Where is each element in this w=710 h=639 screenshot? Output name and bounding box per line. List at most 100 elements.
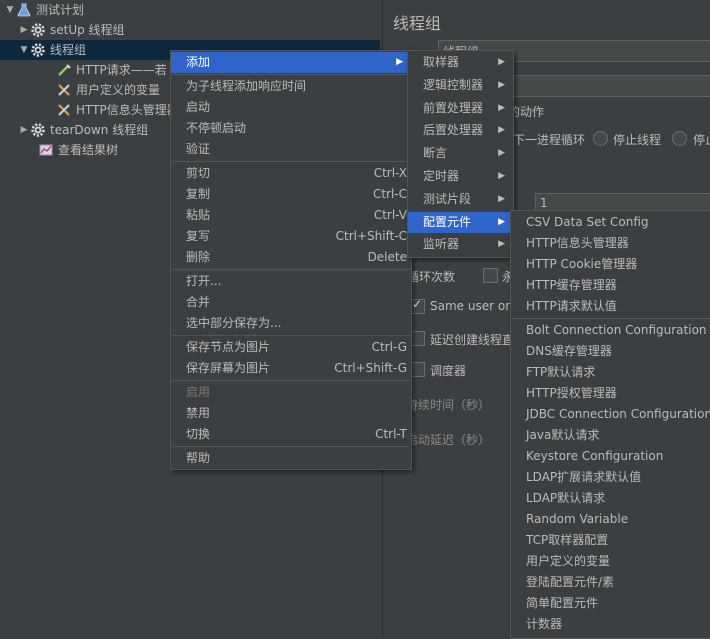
menu-item-shortcut: Delete [367, 250, 407, 264]
config-submenu-item-4[interactable]: HTTP请求默认值 [511, 296, 710, 317]
add-submenu-item-4[interactable]: 断言 ▶ [408, 143, 513, 164]
menu-item-shortcut: Ctrl-T [375, 427, 407, 441]
config-submenu-item-14[interactable]: LDAP默认请求 [511, 488, 710, 509]
menu-item-label: 不停顿启动 [186, 121, 247, 135]
context-menu-item-17[interactable]: 保存节点为图片 Ctrl-G [171, 337, 411, 358]
config-submenu-item-17[interactable]: 用户定义的变量 [511, 551, 710, 572]
tree-node-test-plan[interactable]: ▼ 测试计划 [4, 0, 84, 20]
context-menu-item-3[interactable]: 启动 [171, 97, 411, 118]
config-submenu-item-16[interactable]: TCP取样器配置 [511, 530, 710, 551]
duration-label: 持续时间（秒） [406, 398, 491, 412]
menu-separator [172, 74, 410, 75]
context-menu-item-4[interactable]: 不停顿启动 [171, 118, 411, 139]
tree-node-setup-group[interactable]: ▶ setUp 线程组 [18, 20, 125, 40]
context-menu-item-22[interactable]: 切换 Ctrl-T [171, 424, 411, 445]
same-user-checkbox[interactable] [410, 297, 425, 314]
config-submenu-item-3[interactable]: HTTP缓存管理器 [511, 275, 710, 296]
config-submenu-item-12[interactable]: Keystore Configuration [511, 446, 710, 467]
menu-item-label: HTTP信息头管理器 [526, 236, 629, 250]
context-menu-item-15[interactable]: 选中部分保存为... [171, 313, 411, 334]
chart-icon [38, 142, 54, 158]
add-submenu-item-8[interactable]: 监听器 ▶ [408, 234, 513, 255]
submenu-arrow-icon: ▶ [498, 102, 505, 113]
submenu-arrow-icon: ▶ [498, 148, 505, 159]
config-submenu-item-0[interactable]: CSV Data Set Config [511, 212, 710, 233]
context-menu-item-8[interactable]: 复制 Ctrl-C [171, 184, 411, 205]
context-menu-item-13[interactable]: 打开... [171, 271, 411, 292]
context-menu-item-14[interactable]: 合并 [171, 292, 411, 313]
add-submenu-item-2[interactable]: 前置处理器 ▶ [408, 98, 513, 119]
add-submenu-item-5[interactable]: 定时器 ▶ [408, 166, 513, 187]
menu-item-label: 逻辑控制器 [423, 77, 484, 92]
delay-create-label: 延迟创建线程直 [430, 333, 515, 347]
submenu-arrow-icon: ▶ [498, 193, 505, 204]
config-submenu-item-2[interactable]: HTTP Cookie管理器 [511, 254, 710, 275]
context-menu-item-10[interactable]: 复写 Ctrl+Shift-C [171, 226, 411, 247]
menu-item-label: 保存节点为图片 [186, 340, 271, 354]
menu-item-label: HTTP Cookie管理器 [526, 257, 638, 271]
config-submenu-item-20[interactable]: 计数器 [511, 614, 710, 635]
menu-item-label: 计数器 [526, 617, 563, 631]
context-menu-item-7[interactable]: 剪切 Ctrl-X [171, 163, 411, 184]
chevron-right-icon[interactable]: ▶ [18, 120, 30, 140]
config-submenu-item-1[interactable]: HTTP信息头管理器 [511, 233, 710, 254]
tree-node-result-tree[interactable]: 查看结果树 [38, 140, 118, 160]
config-submenu-item-19[interactable]: 简单配置元件 [511, 593, 710, 614]
radio-stop-test[interactable] [672, 131, 687, 146]
add-submenu-item-3[interactable]: 后置处理器 ▶ [408, 120, 513, 141]
menu-item-label: 定时器 [423, 169, 460, 183]
radio-stop-thread[interactable] [593, 131, 608, 146]
chevron-down-icon[interactable]: ▼ [4, 0, 16, 20]
menu-item-label: Random Variable [526, 512, 629, 526]
menu-item-label: 启用 [186, 385, 211, 399]
add-submenu-item-6[interactable]: 测试片段 ▶ [408, 189, 513, 210]
context-menu: 添加 ▶ 为子线程添加响应时间 启动不停顿启动验证剪切 Ctrl-X 复制 Ctrl-C 粘贴… [170, 50, 412, 470]
add-submenu-item-7[interactable]: 配置元件 ▶ [408, 211, 513, 233]
chevron-right-icon[interactable]: ▶ [18, 20, 30, 40]
context-menu-item-5[interactable]: 验证 [171, 139, 411, 160]
tree-label: 线程组 [50, 43, 87, 57]
chevron-down-icon[interactable]: ▼ [18, 40, 30, 60]
context-menu-item-18[interactable]: 保存屏幕为图片 Ctrl+Shift-G [171, 358, 411, 379]
config-submenu-item-8[interactable]: FTP默认请求 [511, 362, 710, 383]
forever-checkbox[interactable] [483, 268, 498, 283]
tree-label: 查看结果树 [58, 143, 119, 157]
config-submenu-item-13[interactable]: LDAP扩展请求默认值 [511, 467, 710, 488]
config-submenu-item-7[interactable]: DNS缓存管理器 [511, 341, 710, 362]
context-menu-item-2[interactable]: 为子线程添加响应时间 [171, 76, 411, 97]
menu-item-label: DNS缓存管理器 [526, 344, 612, 358]
menu-item-label: 登陆配置元件/素 [526, 575, 615, 589]
submenu-arrow-icon: ▶ [498, 79, 505, 90]
menu-separator [172, 269, 410, 270]
wrench-icon [56, 82, 72, 98]
startup-delay-label: 启动延迟（秒） [406, 433, 491, 447]
context-menu-item-9[interactable]: 粘贴 Ctrl-V [171, 205, 411, 226]
config-submenu-item-10[interactable]: JDBC Connection Configuration [511, 404, 710, 425]
menu-item-label: TCP取样器配置 [526, 533, 609, 547]
add-submenu: 取样器 ▶ 逻辑控制器 ▶ 前置处理器 ▶ 后置处理器 ▶ 断言 ▶ 定时器 ▶ 测试片段 ▶ 配置元件 ▶ 监… [407, 50, 514, 258]
submenu-arrow-icon: ▶ [498, 57, 505, 67]
config-submenu-item-9[interactable]: HTTP授权管理器 [511, 383, 710, 404]
config-submenu-item-18[interactable]: 登陆配置元件/素 [511, 572, 710, 593]
config-submenu-item-6[interactable]: Bolt Connection Configuration [511, 320, 710, 341]
tree-node-http-request[interactable]: HTTP请求——若 [56, 60, 167, 80]
menu-item-label: Bolt Connection Configuration [526, 323, 707, 337]
add-submenu-item-1[interactable]: 逻辑控制器 ▶ [408, 75, 513, 96]
context-menu-item-11[interactable]: 删除 Delete [171, 247, 411, 268]
config-submenu-item-11[interactable]: Java默认请求 [511, 425, 710, 446]
delay-create-checkbox[interactable] [410, 331, 425, 346]
tree-node-user-vars[interactable]: 用户定义的变量 [56, 80, 160, 100]
config-submenu-item-15[interactable]: Random Variable [511, 509, 710, 530]
menu-item-label: 用户定义的变量 [526, 554, 611, 568]
submenu-arrow-icon: ▶ [498, 171, 505, 181]
context-menu-item-0[interactable]: 添加 ▶ [171, 52, 411, 73]
menu-item-label: 帮助 [186, 451, 211, 465]
tree-node-http-header[interactable]: HTTP信息头管理器 [56, 100, 179, 120]
context-menu-item-20[interactable]: 启用 [171, 382, 411, 403]
add-submenu-item-0[interactable]: 取样器 ▶ [408, 52, 513, 73]
scheduler-checkbox[interactable] [410, 362, 425, 377]
context-menu-item-24[interactable]: 帮助 [171, 448, 411, 469]
menu-item-shortcut: Ctrl-X [373, 166, 407, 180]
tree-node-teardown-group[interactable]: ▶ tearDown 线程组 [18, 120, 149, 140]
context-menu-item-21[interactable]: 禁用 [171, 403, 411, 424]
